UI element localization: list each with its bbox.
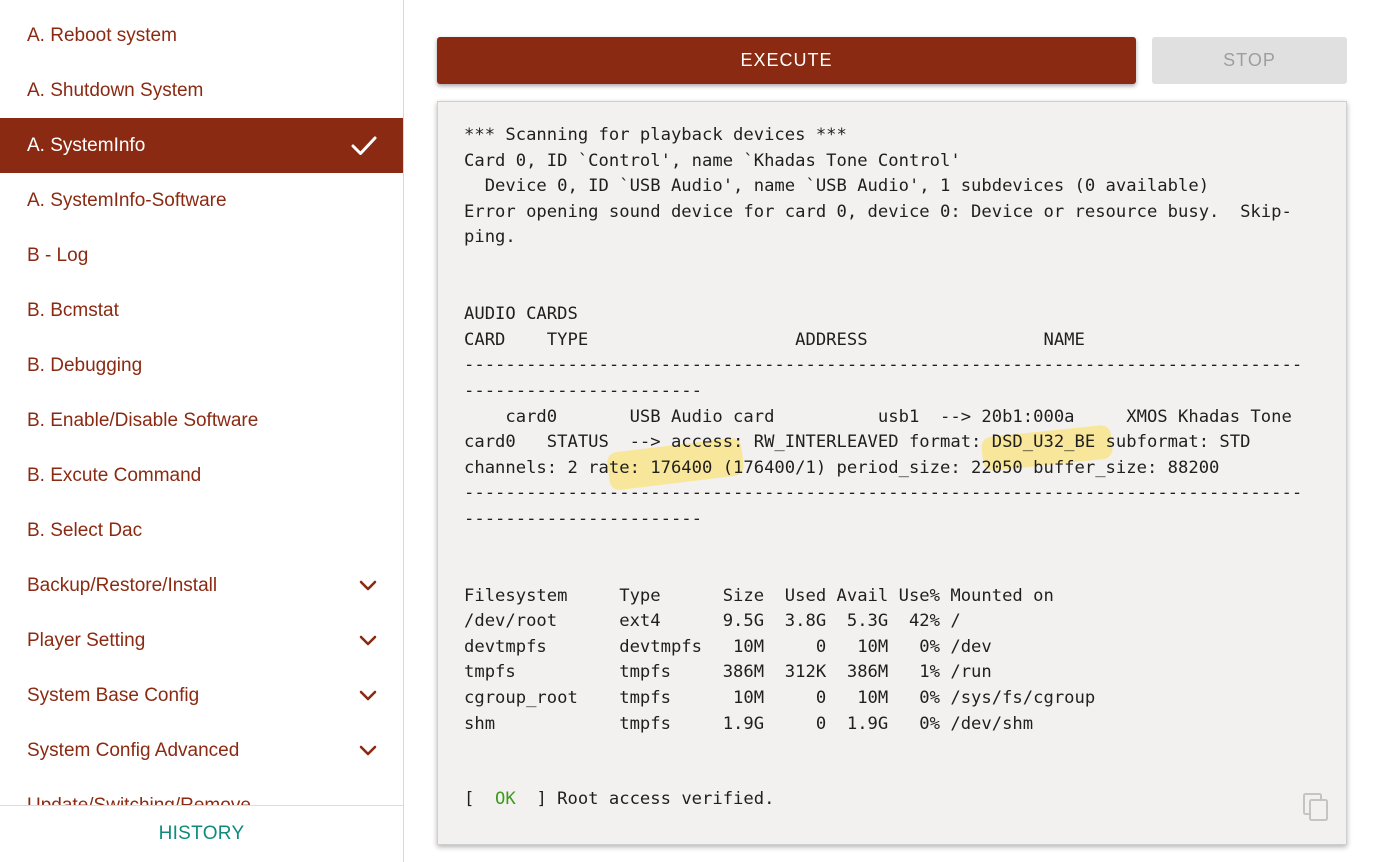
copy-icon[interactable] xyxy=(1302,792,1330,822)
status-open: [ xyxy=(464,789,496,809)
sidebar-item-system-base-config[interactable]: System Base Config xyxy=(0,668,403,723)
app-root: A. Reboot system A. Shutdown System A. S… xyxy=(0,0,1380,862)
sidebar-item-update-switching-remove[interactable]: Update/Switching/Remove xyxy=(0,778,403,808)
sidebar-item-excute-command[interactable]: B. Excute Command xyxy=(0,448,403,503)
sidebar-item-label: B - Log xyxy=(27,245,89,266)
status-message: ] Root access verified. xyxy=(515,789,775,809)
chevron-down-icon xyxy=(359,723,377,778)
chevron-down-icon xyxy=(359,558,377,613)
sidebar-item-backup-restore-install[interactable]: Backup/Restore/Install xyxy=(0,558,403,613)
execute-button[interactable]: EXECUTE xyxy=(437,37,1136,84)
stop-button[interactable]: STOP xyxy=(1152,37,1347,84)
chevron-down-icon xyxy=(359,668,377,723)
sidebar-item-label: Player Setting xyxy=(27,630,146,651)
status-line: [ OK ] Root access verified. xyxy=(464,789,774,809)
sidebar-item-label: System Config Advanced xyxy=(27,740,240,761)
sidebar-item-label: A. Shutdown System xyxy=(27,80,204,101)
console-output: *** Scanning for playback devices *** Ca… xyxy=(437,101,1347,845)
sidebar-item-select-dac[interactable]: B. Select Dac xyxy=(0,503,403,558)
sidebar-item-log[interactable]: B - Log xyxy=(0,228,403,283)
sidebar-item-systeminfo-software[interactable]: A. SystemInfo-Software xyxy=(0,173,403,228)
sidebar-item-label: Backup/Restore/Install xyxy=(27,575,218,596)
sidebar-item-label: B. Enable/Disable Software xyxy=(27,410,259,431)
sidebar-menu: A. Reboot system A. Shutdown System A. S… xyxy=(0,8,403,808)
sidebar-item-system-config-advanced[interactable]: System Config Advanced xyxy=(0,723,403,778)
sidebar-item-label: A. SystemInfo-Software xyxy=(27,190,227,211)
sidebar: A. Reboot system A. Shutdown System A. S… xyxy=(0,0,404,862)
sidebar-item-label: A. SystemInfo xyxy=(27,135,146,156)
history-button[interactable]: HISTORY xyxy=(159,823,245,845)
sidebar-item-systeminfo[interactable]: A. SystemInfo xyxy=(0,118,403,173)
sidebar-item-label: System Base Config xyxy=(27,685,200,706)
sidebar-item-debugging[interactable]: B. Debugging xyxy=(0,338,403,393)
status-ok: OK xyxy=(495,789,516,809)
chevron-down-icon xyxy=(359,613,377,668)
sidebar-item-label: B. Debugging xyxy=(27,355,143,376)
history-bar: HISTORY xyxy=(0,805,403,862)
sidebar-item-reboot-system[interactable]: A. Reboot system xyxy=(0,8,403,63)
main-panel: EXECUTE STOP *** Scanning for playback d… xyxy=(404,0,1380,862)
sidebar-item-enable-disable-software[interactable]: B. Enable/Disable Software xyxy=(0,393,403,448)
sidebar-item-label: B. Bcmstat xyxy=(27,300,119,321)
sidebar-item-player-setting[interactable]: Player Setting xyxy=(0,613,403,668)
sidebar-item-label: B. Excute Command xyxy=(27,465,202,486)
sidebar-item-label: B. Select Dac xyxy=(27,520,143,541)
sidebar-item-bcmstat[interactable]: B. Bcmstat xyxy=(0,283,403,338)
console-text: *** Scanning for playback devices *** Ca… xyxy=(464,125,1303,734)
sidebar-item-label: A. Reboot system xyxy=(27,25,177,46)
sidebar-item-shutdown-system[interactable]: A. Shutdown System xyxy=(0,63,403,118)
checkmark-icon xyxy=(351,118,377,173)
